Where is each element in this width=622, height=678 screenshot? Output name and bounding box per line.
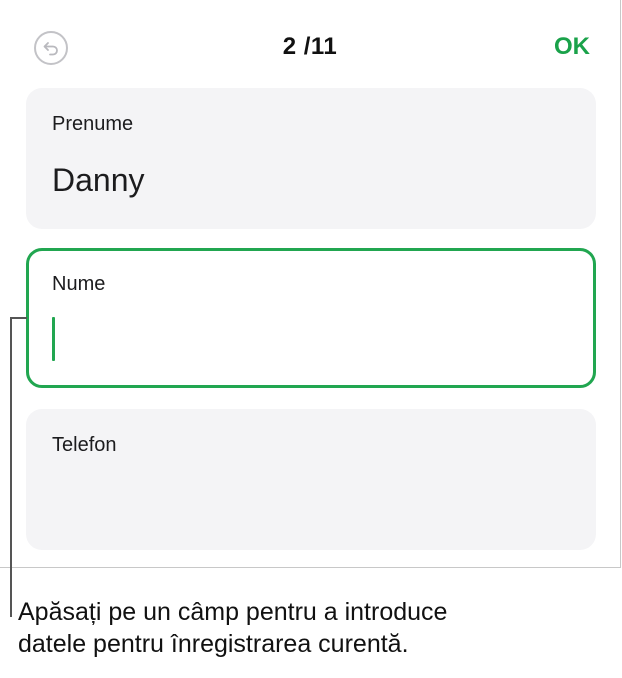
field-label: Telefon [52, 434, 117, 456]
callout-caption: Apăsați pe un câmp pentru a introduce da… [18, 596, 608, 660]
callout-line-horizontal [10, 317, 27, 319]
field-value: Danny [52, 162, 145, 198]
field-card-prenume[interactable]: Prenume Danny [26, 88, 596, 229]
caption-line-1: Apăsați pe un câmp pentru a introduce [18, 598, 448, 626]
record-form-panel: 2 /11 OK Prenume Danny Nume Telefon [0, 0, 621, 568]
record-counter: 2 /11 [282, 33, 338, 60]
ok-button[interactable]: OK [554, 33, 590, 61]
screenshot-stage: 2 /11 OK Prenume Danny Nume Telefon Apăs… [0, 0, 622, 678]
caption-line-2: datele pentru înregistrarea curentă. [18, 630, 409, 658]
field-card-nume[interactable]: Nume [26, 248, 596, 388]
callout-line-vertical [10, 317, 12, 617]
text-cursor [52, 317, 55, 361]
field-label: Nume [52, 273, 106, 295]
field-card-telefon[interactable]: Telefon [26, 409, 596, 550]
field-label: Prenume [52, 113, 134, 135]
